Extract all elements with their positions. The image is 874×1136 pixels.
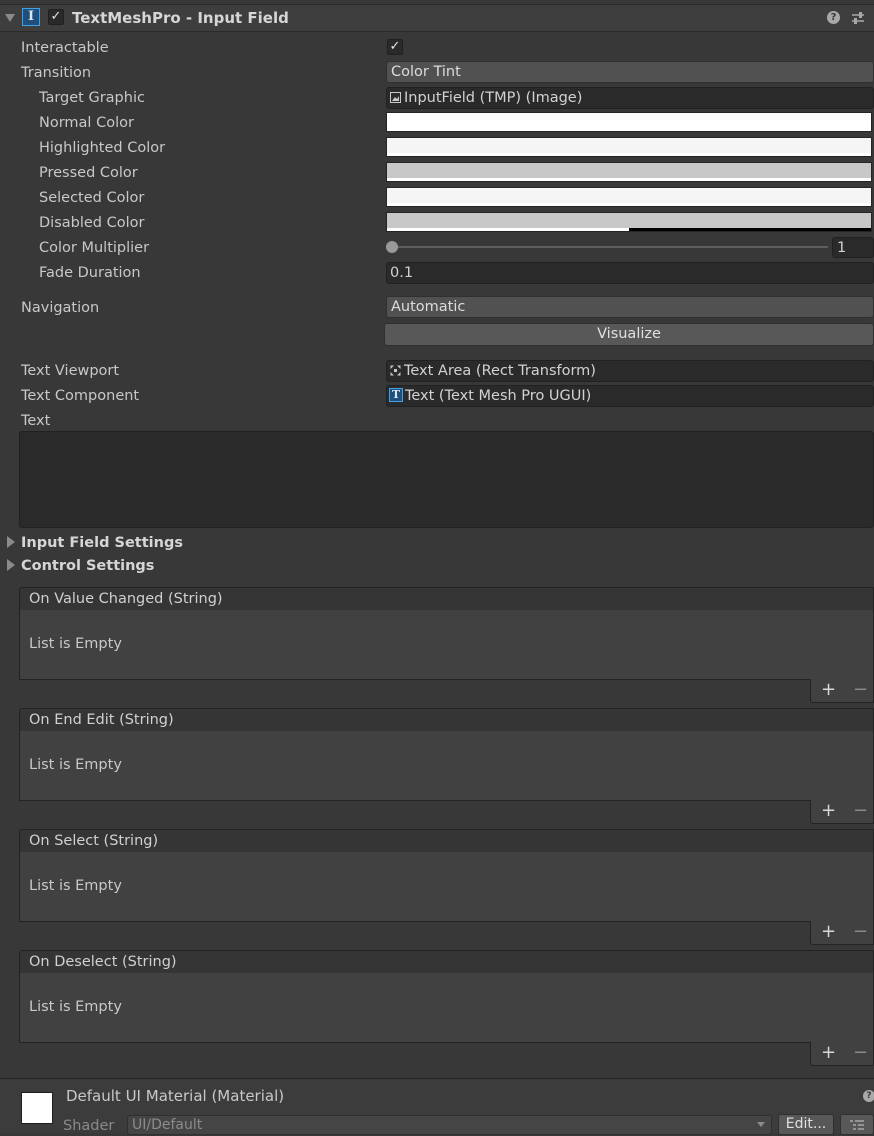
component-title: TextMeshPro - Input Field — [72, 9, 289, 27]
text-component-label: Text Component — [21, 388, 140, 404]
text-mesh-pro-icon: T — [389, 388, 403, 402]
event-list: List is Empty — [19, 852, 874, 922]
fade-duration-input[interactable]: 0.1 — [386, 262, 874, 284]
event-footer: + − — [810, 679, 874, 703]
input-field-settings-foldout[interactable]: Input Field Settings — [21, 533, 183, 553]
event-on-end-edit: On End Edit (String) List is Empty + − — [19, 708, 874, 825]
help-icon[interactable]: ? — [827, 11, 840, 24]
normal-color-label: Normal Color — [39, 115, 134, 131]
navigation-dropdown[interactable]: Automatic — [386, 296, 874, 318]
fade-duration-label: Fade Duration — [39, 265, 141, 281]
input-field-settings-arrow-icon[interactable] — [7, 536, 15, 548]
event-footer: + − — [810, 921, 874, 945]
event-list: List is Empty — [19, 973, 874, 1043]
control-settings-foldout[interactable]: Control Settings — [21, 556, 154, 576]
text-viewport-label: Text Viewport — [21, 363, 120, 379]
alpha-bar — [387, 128, 871, 131]
alpha-bar — [387, 178, 871, 181]
list-icon — [850, 1120, 864, 1130]
visualize-button[interactable]: Visualize — [384, 323, 874, 346]
foldout-arrow-icon[interactable] — [5, 14, 15, 22]
disabled-color-swatch[interactable] — [386, 212, 872, 232]
color-multiplier-slider-track[interactable] — [392, 246, 828, 248]
event-header: On End Edit (String) — [19, 708, 874, 732]
event-list: List is Empty — [19, 610, 874, 680]
alpha-bar — [387, 153, 871, 156]
event-on-deselect: On Deselect (String) List is Empty + − — [19, 950, 874, 1067]
add-listener-button[interactable]: + — [821, 800, 836, 822]
chevron-down-icon — [757, 1122, 765, 1127]
transition-dropdown[interactable]: Color Tint — [386, 61, 874, 83]
material-name: Default UI Material (Material) — [66, 1087, 285, 1105]
material-help-icon[interactable]: ? — [863, 1090, 874, 1102]
color-multiplier-label: Color Multiplier — [39, 240, 150, 256]
event-footer: + − — [810, 1042, 874, 1066]
color-multiplier-slider-thumb[interactable] — [386, 241, 398, 253]
remove-listener-button[interactable]: − — [853, 1042, 868, 1064]
highlighted-color-label: Highlighted Color — [39, 140, 166, 156]
selected-color-swatch[interactable] — [386, 187, 872, 207]
highlighted-color-swatch[interactable] — [386, 137, 872, 157]
event-header: On Value Changed (String) — [19, 587, 874, 611]
disabled-color-label: Disabled Color — [39, 215, 145, 231]
event-on-select: On Select (String) List is Empty + − — [19, 829, 874, 946]
target-graphic-field[interactable]: InputField (TMP) (Image) — [386, 87, 874, 109]
text-area-input[interactable] — [19, 431, 874, 528]
transition-label: Transition — [21, 65, 92, 81]
component-header[interactable]: I ✓ TextMeshPro - Input Field ? — [0, 4, 874, 32]
shader-dropdown[interactable]: UI/Default — [127, 1115, 772, 1135]
alpha-bar — [387, 228, 629, 231]
shader-options-button[interactable] — [840, 1114, 874, 1135]
event-header: On Deselect (String) — [19, 950, 874, 974]
image-icon — [390, 92, 401, 103]
input-field-component-icon: I — [22, 8, 40, 26]
event-header: On Select (String) — [19, 829, 874, 853]
alpha-bar-empty — [629, 228, 871, 231]
interactable-label: Interactable — [21, 40, 109, 56]
settings-sliders-icon[interactable] — [851, 11, 865, 25]
add-listener-button[interactable]: + — [821, 679, 836, 701]
edit-shader-button[interactable]: Edit... — [778, 1114, 834, 1135]
control-settings-arrow-icon[interactable] — [7, 559, 15, 571]
event-list: List is Empty — [19, 731, 874, 801]
shader-label: Shader — [63, 1118, 115, 1134]
event-on-value-changed: On Value Changed (String) List is Empty … — [19, 587, 874, 704]
pressed-color-label: Pressed Color — [39, 165, 138, 181]
remove-listener-button[interactable]: − — [853, 921, 868, 943]
target-graphic-label: Target Graphic — [39, 90, 145, 106]
normal-color-swatch[interactable] — [386, 112, 872, 132]
remove-listener-button[interactable]: − — [853, 800, 868, 822]
navigation-label: Navigation — [21, 300, 100, 316]
color-multiplier-input[interactable]: 1 — [832, 237, 874, 258]
selected-color-label: Selected Color — [39, 190, 145, 206]
add-listener-button[interactable]: + — [821, 921, 836, 943]
text-viewport-field[interactable]: Text Area (Rect Transform) — [386, 360, 874, 382]
rect-transform-icon — [390, 365, 401, 376]
pressed-color-swatch[interactable] — [386, 162, 872, 182]
material-preview-swatch — [21, 1092, 53, 1124]
add-listener-button[interactable]: + — [821, 1042, 836, 1064]
interactable-checkbox[interactable]: ✓ — [387, 39, 403, 55]
event-footer: + − — [810, 800, 874, 824]
component-enabled-checkbox[interactable]: ✓ — [48, 9, 64, 25]
alpha-bar — [387, 203, 871, 206]
text-label: Text — [21, 413, 51, 429]
text-component-field[interactable]: T Text (Text Mesh Pro UGUI) — [386, 385, 874, 407]
remove-listener-button[interactable]: − — [853, 679, 868, 701]
